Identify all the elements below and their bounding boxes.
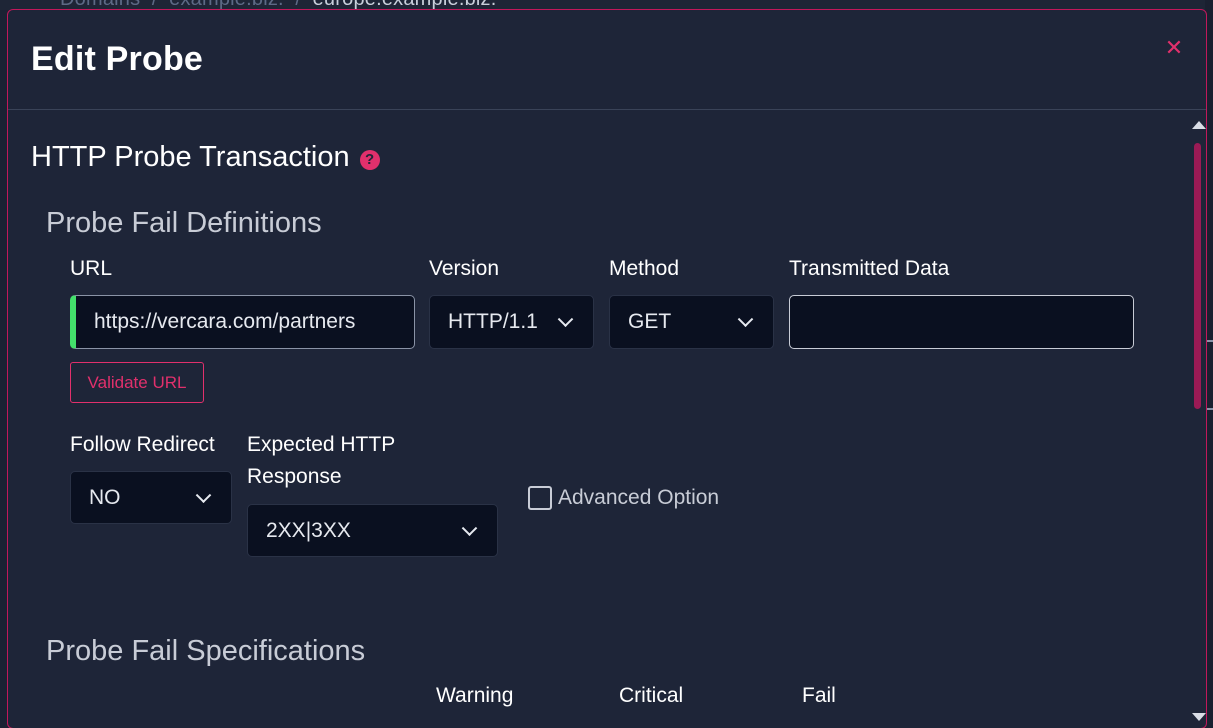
chevron-down-icon (737, 311, 754, 328)
validate-url-button[interactable]: Validate URL (70, 362, 204, 403)
modal-body: HTTP Probe Transaction ? Probe Fail Defi… (8, 111, 1206, 728)
url-input[interactable]: https://vercara.com/partners (70, 295, 415, 349)
url-label: URL (70, 257, 113, 280)
version-label: Version (429, 257, 500, 280)
transmitted-data-input[interactable] (789, 295, 1134, 349)
scroll-up-arrow-icon[interactable] (1192, 121, 1206, 129)
follow-redirect-value: NO (89, 485, 121, 509)
follow-redirect-select[interactable]: NO (70, 471, 232, 524)
advanced-option-toggle[interactable]: Advanced Option (528, 486, 719, 510)
section-title: HTTP Probe Transaction ? (31, 141, 380, 174)
scroll-thumb[interactable] (1194, 143, 1201, 409)
column-header-critical: Critical (619, 684, 684, 707)
chevron-down-icon (461, 519, 478, 536)
method-select-value: GET (628, 310, 672, 333)
url-input-value: https://vercara.com/partners (94, 310, 356, 333)
edit-probe-modal: Edit Probe ✕ HTTP Probe Transaction ? Pr… (7, 9, 1207, 728)
probe-fail-specifications-title: Probe Fail Specifications (46, 635, 366, 667)
probe-fail-definitions-title: Probe Fail Definitions (46, 207, 322, 239)
modal-header: Edit Probe ✕ (8, 10, 1206, 110)
advanced-option-checkbox[interactable] (528, 486, 552, 510)
expected-response-label-line2: Response (247, 465, 342, 488)
method-select[interactable]: GET (609, 295, 774, 349)
question-circle-icon[interactable]: ? (359, 149, 380, 170)
chevron-down-icon (195, 486, 212, 503)
column-header-fail: Fail (802, 684, 836, 707)
follow-redirect-label: Follow Redirect (70, 433, 215, 456)
method-label: Method (609, 257, 680, 280)
expected-response-value: 2XX|3XX (266, 518, 351, 542)
chevron-down-icon (557, 311, 574, 328)
expected-response-select[interactable]: 2XX|3XX (247, 504, 498, 557)
transmitted-data-label: Transmitted Data (789, 257, 950, 280)
section-title-text: HTTP Probe Transaction (31, 141, 350, 173)
column-header-warning: Warning (436, 684, 514, 707)
advanced-option-label: Advanced Option (558, 486, 720, 509)
scrollbar[interactable] (1190, 121, 1206, 721)
version-select-value: HTTP/1.1 (448, 310, 538, 333)
expected-response-label-line1: Expected HTTP (247, 433, 396, 456)
modal-title: Edit Probe (31, 40, 204, 78)
close-icon[interactable]: ✕ (1164, 37, 1184, 59)
scroll-down-arrow-icon[interactable] (1192, 713, 1206, 721)
version-select[interactable]: HTTP/1.1 (429, 295, 594, 349)
